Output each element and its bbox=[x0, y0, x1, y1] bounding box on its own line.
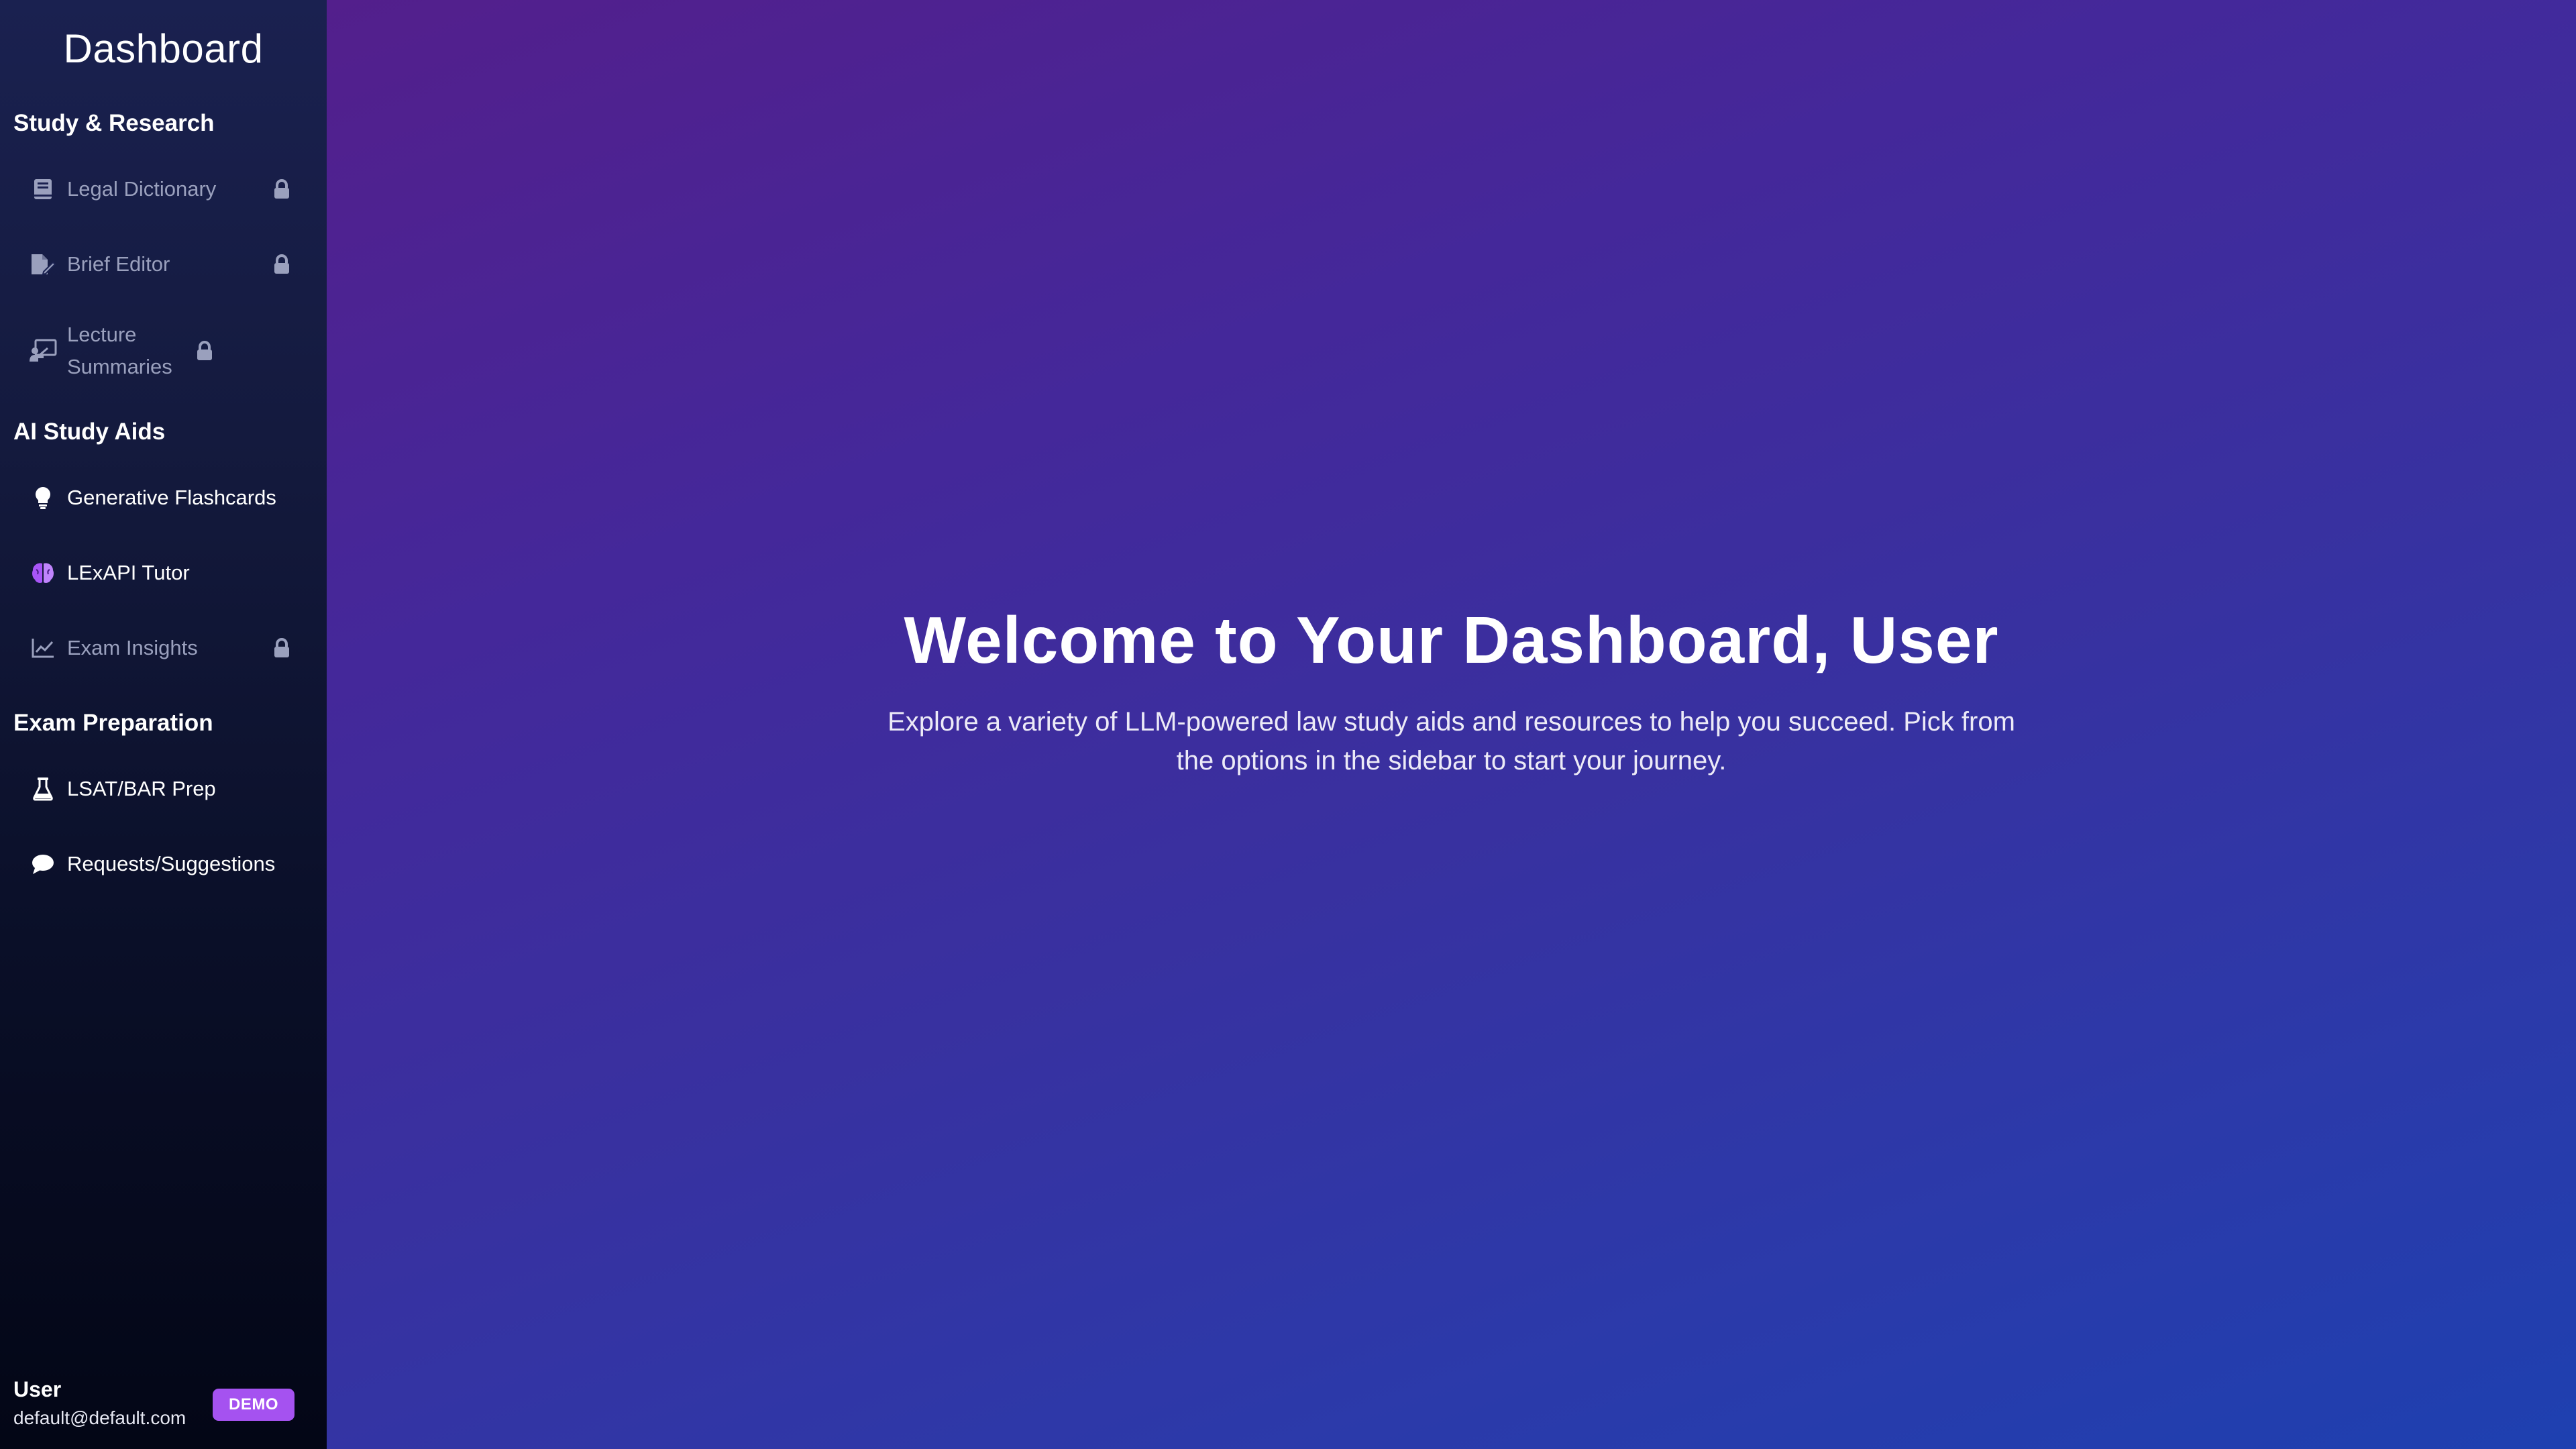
sidebar-item-label: Requests/Suggestions bbox=[67, 851, 276, 875]
section-heading-study-research: Study & Research bbox=[13, 110, 215, 136]
nav-list-exam-preparation: LSAT/BAR Prep Requests/Suggestions bbox=[13, 751, 313, 902]
sidebar-item-lecture-summaries[interactable]: Lecture Summaries bbox=[13, 302, 313, 400]
sidebar-item-label: Exam Insights bbox=[67, 635, 198, 659]
sidebar-item-label: LSAT/BAR Prep bbox=[67, 776, 216, 800]
sidebar-item-brief-editor[interactable]: Brief Editor bbox=[13, 227, 313, 302]
main-content: Welcome to Your Dashboard, User Explore … bbox=[327, 0, 2576, 1449]
user-footer: User default@default.com DEMO bbox=[13, 1377, 294, 1429]
sidebar-item-requests-suggestions[interactable]: Requests/Suggestions bbox=[13, 826, 313, 902]
nav-list-study-research: Legal Dictionary Brief Editor Lecture Su… bbox=[13, 152, 313, 400]
sidebar-item-legal-dictionary[interactable]: Legal Dictionary bbox=[13, 152, 313, 227]
flask-icon bbox=[28, 774, 58, 804]
lock-icon bbox=[195, 340, 215, 362]
user-info: User default@default.com bbox=[13, 1377, 186, 1429]
lock-icon bbox=[272, 637, 292, 659]
sidebar-item-lexapi-tutor[interactable]: LExAPI Tutor bbox=[13, 535, 313, 610]
sidebar-title: Dashboard bbox=[63, 26, 264, 71]
page-subtitle: Explore a variety of LLM-powered law stu… bbox=[888, 706, 2015, 775]
page-title: Welcome to Your Dashboard, User bbox=[904, 602, 1999, 677]
user-email: default@default.com bbox=[13, 1407, 186, 1428]
lightbulb-icon bbox=[28, 483, 58, 513]
book-icon bbox=[28, 174, 58, 204]
lock-icon bbox=[272, 254, 292, 275]
user-name: User bbox=[13, 1377, 62, 1401]
sidebar-item-label: LExAPI Tutor bbox=[67, 560, 190, 584]
chart-line-icon bbox=[28, 633, 58, 663]
comment-icon bbox=[28, 849, 58, 879]
file-edit-icon bbox=[28, 250, 58, 279]
sidebar: Dashboard Study & Research Legal Diction… bbox=[0, 0, 327, 1449]
sidebar-item-label: Brief Editor bbox=[67, 252, 170, 276]
sidebar-item-label: Generative Flashcards bbox=[67, 485, 276, 509]
welcome-panel: Welcome to Your Dashboard, User Explore … bbox=[881, 602, 2022, 780]
demo-badge: DEMO bbox=[213, 1389, 294, 1421]
chalkboard-icon bbox=[28, 336, 58, 366]
sidebar-item-label: Lecture Summaries bbox=[67, 322, 172, 378]
nav-list-ai-study-aids: Generative Flashcards LExAPI Tutor Exam … bbox=[13, 460, 313, 686]
sidebar-item-lsat-bar-prep[interactable]: LSAT/BAR Prep bbox=[13, 751, 313, 826]
lock-icon bbox=[272, 178, 292, 200]
brain-icon bbox=[28, 558, 58, 588]
section-heading-exam-preparation: Exam Preparation bbox=[13, 710, 213, 736]
sidebar-item-label: Legal Dictionary bbox=[67, 176, 217, 201]
sidebar-item-generative-flashcards[interactable]: Generative Flashcards bbox=[13, 460, 313, 535]
sidebar-item-exam-insights[interactable]: Exam Insights bbox=[13, 610, 313, 686]
section-heading-ai-study-aids: AI Study Aids bbox=[13, 419, 166, 445]
